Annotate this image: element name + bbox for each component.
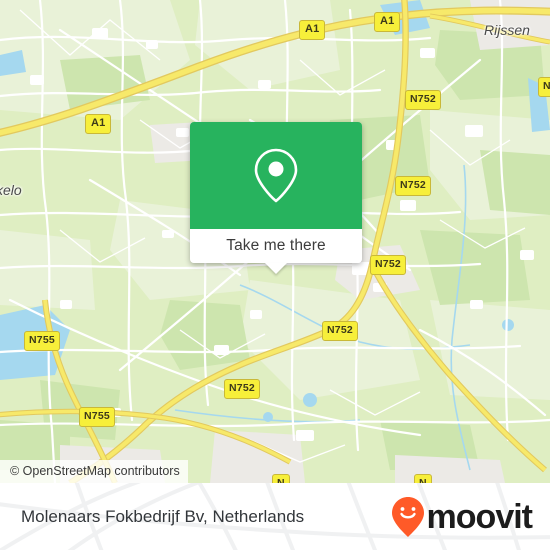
road-shield-n752-5: N752	[224, 379, 260, 399]
popup-header	[190, 122, 362, 229]
map-canvas[interactable]: Rijssen kelo A1 A1 A1 N752 N752 N752 N75…	[0, 0, 550, 483]
popup-action-bar[interactable]: Take me there	[190, 229, 362, 274]
footer-bar: Molenaars Fokbedrijf Bv, Netherlands moo…	[0, 483, 550, 550]
road-shield-edge-bottom-2: N	[414, 474, 432, 483]
place-label-rijssen: Rijssen	[484, 22, 530, 38]
road-shield-n755-2: N755	[79, 407, 115, 427]
map-pin-icon	[254, 148, 298, 203]
moovit-brand[interactable]: moovit	[391, 496, 533, 538]
road-shield-edge-right: N	[538, 77, 550, 97]
road-shield-n752-1: N752	[405, 90, 441, 110]
map-page: Rijssen kelo A1 A1 A1 N752 N752 N752 N75…	[0, 0, 550, 550]
moovit-wordmark: moovit	[426, 497, 533, 536]
road-shield-a1-2: A1	[374, 12, 401, 32]
popup-tail	[265, 263, 287, 274]
road-shield-a1-1: A1	[299, 20, 326, 40]
road-shield-n752-4: N752	[322, 321, 358, 341]
take-me-there-label: Take me there	[226, 237, 326, 254]
osm-attribution[interactable]: © OpenStreetMap contributors	[0, 460, 188, 483]
road-shield-edge-bottom-1: N	[272, 474, 290, 483]
place-label-partial: kelo	[0, 182, 22, 198]
location-popup[interactable]: Take me there	[190, 122, 362, 274]
road-shield-a1-3: A1	[85, 114, 112, 134]
moovit-smile-pin-icon	[391, 496, 424, 537]
road-shield-n752-2: N752	[395, 176, 431, 196]
road-shield-n752-3: N752	[370, 255, 406, 275]
location-title: Molenaars Fokbedrijf Bv, Netherlands	[21, 506, 305, 526]
road-shield-n755-1: N755	[24, 331, 60, 351]
